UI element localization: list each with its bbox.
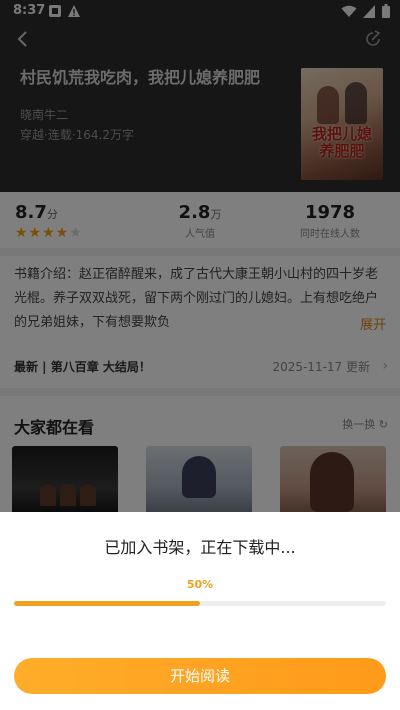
modal-backdrop[interactable] bbox=[0, 0, 400, 512]
progress-track bbox=[14, 601, 386, 606]
book-detail-page: 8:37 村民饥荒我吃肉，我把儿媳养肥肥 晓南牛二 穿越·连载·164.2万字 … bbox=[0, 0, 400, 512]
sheet-title: 已加入书架，正在下载中... bbox=[104, 538, 296, 557]
progress-percent: 50% bbox=[186, 578, 214, 591]
progress-fill bbox=[14, 601, 200, 606]
start-reading-button[interactable]: 开始阅读 bbox=[14, 658, 386, 694]
download-sheet: 已加入书架，正在下载中... 50% 开始阅读 bbox=[0, 512, 400, 710]
